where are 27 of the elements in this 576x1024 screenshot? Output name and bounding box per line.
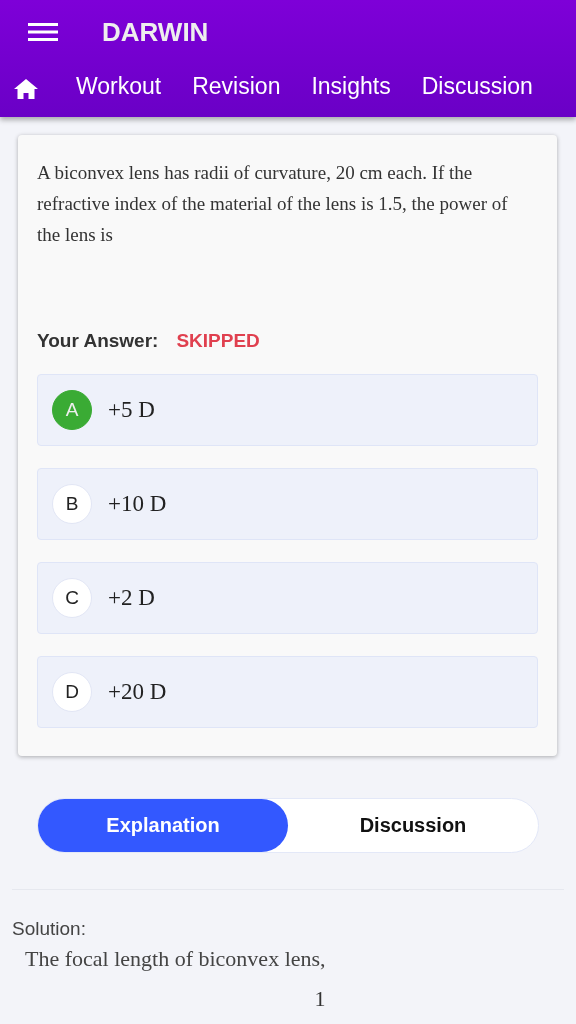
nav-tab[interactable]: Discussion — [421, 73, 533, 105]
answer-option[interactable]: A +5 D — [37, 374, 538, 446]
question-text: A biconvex lens has radii of curvature, 20 cm each. If the refractive index of the material of the lens is 1.5, the power of the lens is — [37, 161, 509, 247]
app-title: DARWIN — [102, 16, 209, 48]
solution-text: The focal length of biconvex lens, — [24, 946, 327, 972]
option-text: +5 D — [108, 397, 155, 423]
home-icon[interactable] — [14, 79, 38, 99]
option-letter: C — [52, 578, 92, 618]
nav-tab[interactable]: Workout — [76, 73, 162, 105]
nav-tab[interactable]: Insights — [311, 73, 391, 105]
answer-option[interactable]: C +2 D — [37, 562, 538, 634]
option-text: +2 D — [108, 585, 155, 611]
option-letter: B — [52, 484, 92, 524]
answer-option[interactable]: D +20 D — [37, 656, 538, 728]
nav-tab[interactable]: Revision — [192, 73, 281, 105]
menu-icon[interactable] — [28, 22, 58, 42]
option-letter: A — [52, 390, 92, 430]
formula-numerator: 1 — [313, 986, 327, 1012]
answer-status: SKIPPED — [176, 330, 260, 352]
segment-tab[interactable]: Discussion — [288, 799, 538, 852]
option-text: +20 D — [108, 679, 167, 705]
option-text: +10 D — [108, 491, 167, 517]
answer-option[interactable]: B +10 D — [37, 468, 538, 540]
answer-label: Your Answer: — [37, 330, 159, 352]
option-letter: D — [52, 672, 92, 712]
segment-tab[interactable]: Explanation — [38, 799, 288, 852]
solution-heading: Solution: — [12, 918, 87, 940]
